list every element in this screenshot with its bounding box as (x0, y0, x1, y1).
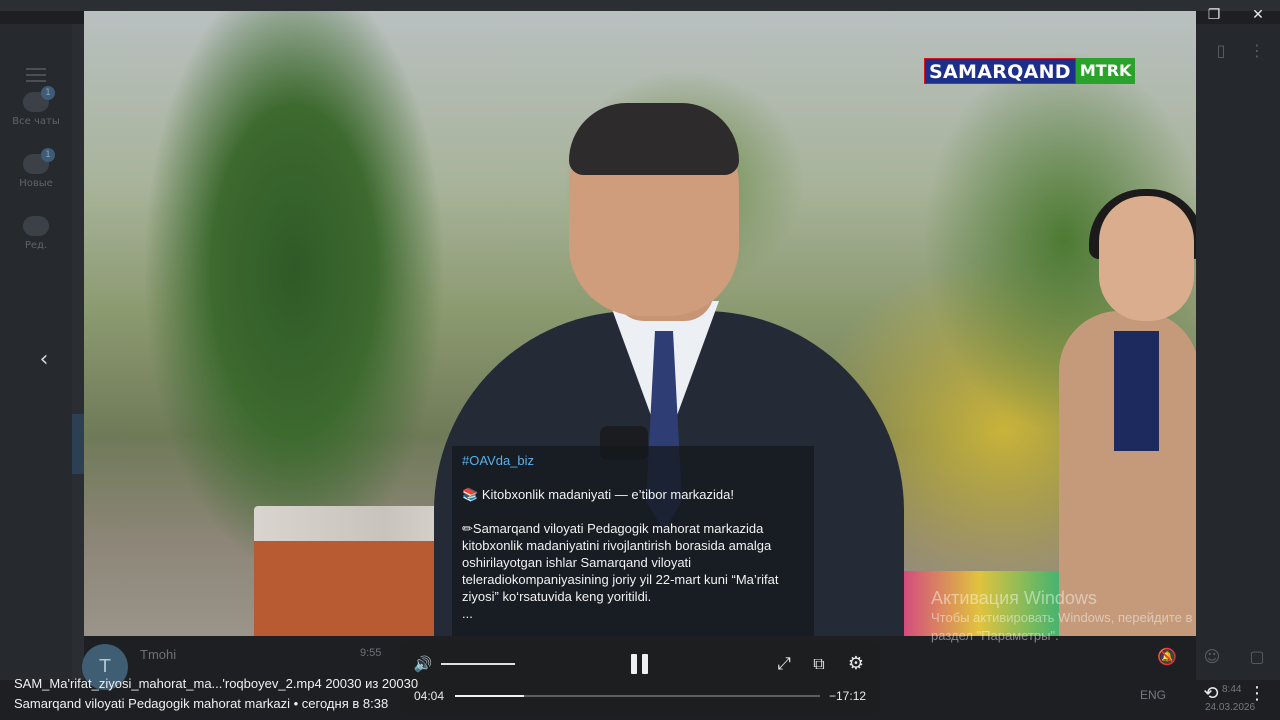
media-file-subtitle[interactable]: Samarqand viloyati Pedagogik mahorat mar… (14, 694, 418, 714)
hashtag-link[interactable]: #OAVda_biz (462, 452, 804, 469)
folder-edit: Ред. (0, 216, 72, 251)
emoji-icon: ☺ (1203, 647, 1221, 666)
chat-name: Tmohi (140, 647, 177, 662)
caption-headline: 📚 Kitobxonlik madaniyati — e’tibor marka… (462, 487, 734, 502)
volume-button[interactable]: 🔊 (412, 653, 434, 675)
seek-bar[interactable] (455, 695, 820, 697)
background-chat-header (1196, 24, 1280, 680)
more-button[interactable]: ⋮ (1248, 682, 1266, 706)
picture-in-picture-button[interactable]: ⧉ (808, 652, 830, 676)
media-caption: #OAVda_biz 📚 Kitobxonlik madaniyati — e’… (452, 446, 814, 636)
mute-icon: 🔕 (1157, 647, 1177, 666)
chats-icon: 1 (23, 86, 55, 112)
windows-activation-watermark: Активация Windows Чтобы активировать Win… (931, 588, 1193, 643)
caption-more[interactable]: ... (462, 605, 804, 622)
background-title-bar (0, 0, 1280, 11)
sliders-icon (23, 216, 49, 236)
volume-slider[interactable] (441, 663, 515, 665)
menu-icon (26, 68, 46, 86)
pencil-emoji-icon: ✏ (462, 521, 473, 536)
chevron-left-icon: ‹ (39, 347, 49, 372)
folder-all-chats: 1 Все чаты (12, 86, 60, 127)
caption-body-line: ziyosi” ko‘rsatuvida keng yoritildi. (462, 589, 652, 604)
volume-fill (441, 663, 515, 665)
restore-button[interactable]: ❐ (1197, 4, 1231, 26)
close-icon: ✕ (1252, 7, 1264, 23)
previous-media-button[interactable]: ‹ (32, 344, 56, 376)
folder-new: 1 Новые (0, 148, 72, 189)
gear-icon: ⚙ (847, 653, 865, 674)
chat-time: 9:55 (360, 647, 382, 659)
pause-button[interactable] (629, 654, 651, 674)
elapsed-time: 04:04 (414, 689, 445, 703)
settings-button[interactable]: ⚙ (844, 652, 868, 676)
media-file-info: SAM_Ma'rifat_ziyosi_mahorat_ma...'roqboy… (14, 674, 418, 714)
sidebar-toggle-icon: ▯ (1216, 41, 1226, 60)
background-chat-list (72, 24, 84, 680)
restore-icon: ❐ (1207, 7, 1221, 23)
media-file-title: SAM_Ma'rifat_ziyosi_mahorat_ma...'roqboy… (14, 676, 419, 691)
seek-progress (455, 695, 525, 697)
fullscreen-icon: ⤢ (777, 654, 791, 674)
chats-icon: 1 (23, 148, 55, 174)
caption-body-line: kitobxonlik madaniyatini rivojlantirish … (462, 538, 772, 553)
fullscreen-button[interactable]: ⤢ (773, 652, 795, 676)
more-vertical-icon: ⋮ (1249, 41, 1265, 60)
caption-body-line: ✏Samarqand viloyati Pedagogik mahorat ma… (462, 521, 764, 536)
remaining-time: −17:12 (829, 689, 867, 703)
keyboard-language: ENG (1140, 688, 1167, 702)
caption-body-line: teleradiokompaniyasining joriy yil 22-ma… (462, 572, 779, 587)
camera-icon: ▢ (1249, 647, 1265, 666)
channel-logo: SAMARQAND MTRK (924, 58, 1136, 84)
caption-body-line: oshirilayotgan ishlar Samarqand viloyati (462, 555, 692, 570)
more-vertical-icon: ⋮ (1248, 683, 1266, 704)
close-button[interactable]: ✕ (1241, 4, 1275, 26)
tray-clock: 8:44 (1222, 684, 1242, 695)
rotate-icon: ⟲ (1203, 683, 1219, 704)
player-controls: 🔊 ⤢ ⧉ ⚙ 04:04 −17:12 (400, 641, 880, 714)
picture-in-picture-icon: ⧉ (813, 654, 825, 673)
books-emoji-icon: 📚 (462, 487, 479, 502)
rotate-button[interactable]: ⟲ (1199, 682, 1223, 706)
volume-icon: 🔊 (413, 655, 433, 673)
table (254, 541, 434, 636)
